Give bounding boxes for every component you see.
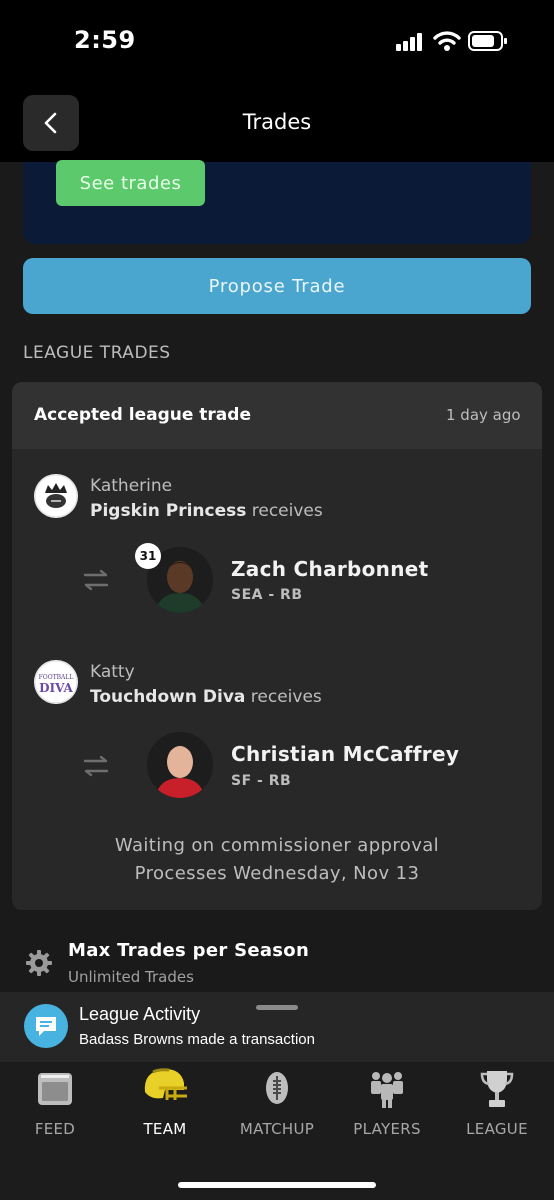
status-time: 2:59 <box>74 26 136 54</box>
receives-text: receives <box>245 687 322 707</box>
setting-title[interactable]: Max Trades per Season <box>68 940 309 961</box>
swap-arrows-icon <box>82 569 110 595</box>
football-icon <box>262 1070 292 1110</box>
owner-name: Katherine <box>90 476 173 496</box>
crown-football-icon <box>34 474 78 518</box>
section-title: LEAGUE TRADES <box>23 343 171 363</box>
team-receives: Pigskin Princess receives <box>90 501 323 521</box>
receives-text: receives <box>246 501 323 521</box>
gear-icon <box>25 949 53 981</box>
tab-label: TEAM <box>143 1120 187 1138</box>
home-indicator[interactable] <box>178 1182 376 1188</box>
process-date: Processes Wednesday, Nov 13 <box>134 863 420 884</box>
trophy-icon <box>480 1069 514 1113</box>
wifi-icon <box>433 30 461 56</box>
tab-players[interactable]: PLAYERS <box>332 1066 442 1146</box>
swap-arrows-icon <box>82 755 110 781</box>
activity-title: League Activity <box>79 1004 201 1024</box>
feed-icon <box>37 1071 73 1111</box>
player-rank-badge: 31 <box>135 543 161 569</box>
propose-trade-button[interactable]: Propose Trade <box>23 258 531 314</box>
trade-card[interactable] <box>12 382 542 910</box>
page-title: Trades <box>242 110 312 134</box>
players-icon <box>368 1070 406 1112</box>
trade-card-title: Accepted league trade <box>34 405 251 425</box>
team-logo-avatar: FOOTBALL DIVA <box>34 660 78 704</box>
svg-text:DIVA: DIVA <box>39 681 73 695</box>
chat-bubble-icon <box>24 1004 68 1048</box>
owner-name: Katty <box>90 662 135 682</box>
player-name[interactable]: Zach Charbonnet <box>231 557 429 581</box>
football-diva-logo-icon: FOOTBALL DIVA <box>34 660 78 704</box>
tab-feed[interactable]: FEED <box>0 1066 110 1146</box>
team-name: Pigskin Princess <box>90 501 247 521</box>
league-activity-banner[interactable] <box>0 992 554 1062</box>
tab-league[interactable]: LEAGUE <box>442 1066 552 1146</box>
signal-icon <box>396 33 424 55</box>
team-name: Touchdown Diva <box>90 687 246 707</box>
tab-label: PLAYERS <box>353 1120 421 1138</box>
tab-label: LEAGUE <box>466 1120 528 1138</box>
activity-text: Badass Browns made a transaction <box>79 1031 315 1048</box>
see-trades-button[interactable]: See trades <box>56 160 205 206</box>
player-name[interactable]: Christian McCaffrey <box>231 742 459 766</box>
battery-icon <box>468 31 508 55</box>
approval-status: Waiting on commissioner approval <box>114 835 440 856</box>
team-receives: Touchdown Diva receives <box>90 687 322 707</box>
tab-label: FEED <box>34 1120 76 1138</box>
player-position: SF - RB <box>231 773 292 789</box>
helmet-icon <box>141 1066 189 1110</box>
trade-card-time: 1 day ago <box>446 406 521 424</box>
player-photo[interactable] <box>147 732 213 798</box>
tab-team[interactable]: TEAM <box>110 1066 220 1146</box>
drag-handle[interactable] <box>256 1005 298 1010</box>
team-logo-avatar <box>34 474 78 518</box>
svg-text:FOOTBALL: FOOTBALL <box>39 674 74 681</box>
tab-label: MATCHUP <box>239 1120 315 1138</box>
tab-matchup[interactable]: MATCHUP <box>222 1066 332 1146</box>
player-position: SEA - RB <box>231 587 303 603</box>
setting-value: Unlimited Trades <box>68 968 194 986</box>
